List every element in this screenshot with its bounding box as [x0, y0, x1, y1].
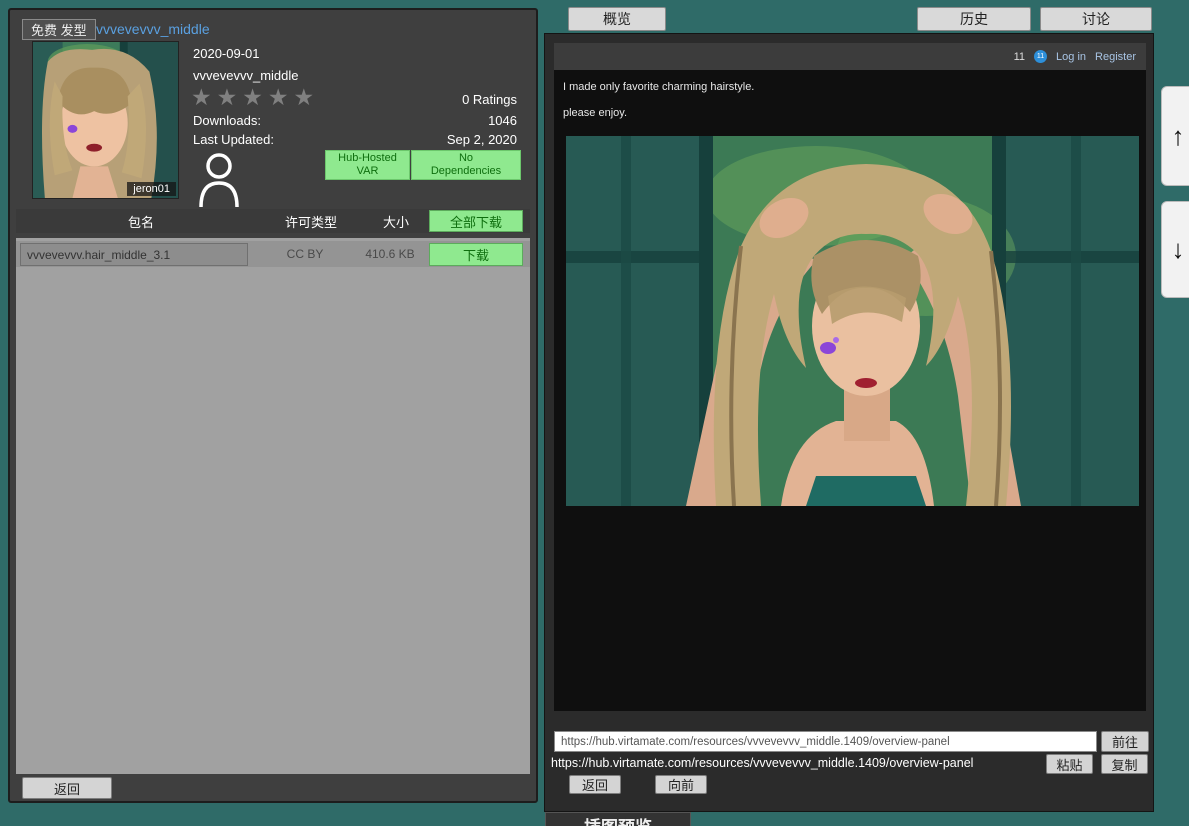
creator-name: jeron01 — [127, 182, 176, 196]
package-list-area — [16, 238, 530, 774]
downloads-label: Downloads: — [193, 113, 261, 128]
scroll-down-button[interactable]: ↓ — [1161, 201, 1189, 298]
ratings-count: 0 Ratings — [462, 92, 517, 107]
last-updated-row: Last Updated: Sep 2, 2020 — [193, 132, 517, 147]
url-input[interactable] — [554, 731, 1097, 752]
arrow-up-icon: ↑ — [1172, 121, 1185, 152]
resource-info-panel: 免费 发型 vvvevevvv_middle jeron01 2020-09-0… — [8, 8, 538, 803]
resource-thumbnail[interactable]: jeron01 — [32, 41, 179, 199]
no-dependencies-badge: No Dependencies — [411, 150, 521, 180]
description-line-1: I made only favorite charming hairstyle. — [563, 81, 754, 93]
resource-preview-image[interactable] — [566, 136, 1139, 506]
last-updated-value: Sep 2, 2020 — [447, 132, 517, 147]
register-link[interactable]: Register — [1095, 51, 1136, 63]
panel-back-button[interactable]: 返回 — [22, 777, 112, 799]
download-button[interactable]: 下载 — [429, 243, 523, 266]
image-preview-button[interactable]: 插图预览 — [545, 812, 691, 826]
browser-forward-button[interactable]: 向前 — [655, 775, 707, 794]
no-dependencies-label: No Dependencies — [426, 152, 506, 177]
web-page-header: 11 11 Log in Register — [554, 43, 1146, 70]
current-url-text: https://hub.virtamate.com/resources/vvve… — [551, 756, 973, 770]
screen: 免费 发型 vvvevevvv_middle jeron01 2020-09-0… — [0, 0, 1189, 826]
last-updated-label: Last Updated: — [193, 132, 274, 147]
hub-hosted-var-badge: Hub-Hosted VAR — [325, 150, 410, 180]
person-icon — [196, 151, 242, 207]
counter-value: 11 — [1014, 51, 1025, 63]
browser-back-button[interactable]: 返回 — [569, 775, 621, 794]
size-cell: 410.6 KB — [355, 247, 425, 261]
preview-image — [566, 136, 1139, 506]
scroll-up-button[interactable]: ↑ — [1161, 86, 1189, 186]
tab-discussion[interactable]: 讨论 — [1040, 7, 1152, 31]
resource-title: vvvevevvv_middle — [96, 21, 210, 37]
download-all-button[interactable]: 全部下载 — [429, 210, 523, 232]
webview: 11 11 Log in Register I made only favori… — [554, 43, 1146, 711]
column-license-type: 许可类型 — [256, 212, 366, 231]
login-link[interactable]: Log in — [1056, 51, 1086, 63]
downloads-value: 1046 — [488, 113, 517, 128]
description-line-2: please enjoy. — [563, 107, 627, 119]
tab-overview[interactable]: 概览 — [568, 7, 666, 31]
notification-badge-icon: 11 — [1034, 50, 1047, 63]
package-name-cell[interactable]: vvvevevvv.hair_middle_3.1 — [20, 243, 248, 266]
tab-history[interactable]: 历史 — [917, 7, 1031, 31]
release-date: 2020-09-01 — [193, 46, 260, 61]
copy-button[interactable]: 复制 — [1101, 754, 1148, 774]
web-browser-panel: 11 11 Log in Register I made only favori… — [544, 33, 1154, 812]
thumbnail-image — [33, 42, 178, 198]
license-cell: CC BY — [250, 247, 360, 261]
resource-subtitle: vvvevevvv_middle — [193, 68, 299, 83]
column-package-name: 包名 — [96, 212, 186, 231]
paste-button[interactable]: 粘贴 — [1046, 754, 1093, 774]
star-rating-icons[interactable]: ★★★★★ — [191, 84, 319, 111]
category-badge[interactable]: 免费 发型 — [22, 19, 96, 40]
column-size: 大小 — [361, 212, 431, 231]
downloads-row: Downloads: 1046 — [193, 113, 517, 128]
arrow-down-icon: ↓ — [1172, 234, 1185, 265]
go-button[interactable]: 前往 — [1101, 731, 1149, 752]
